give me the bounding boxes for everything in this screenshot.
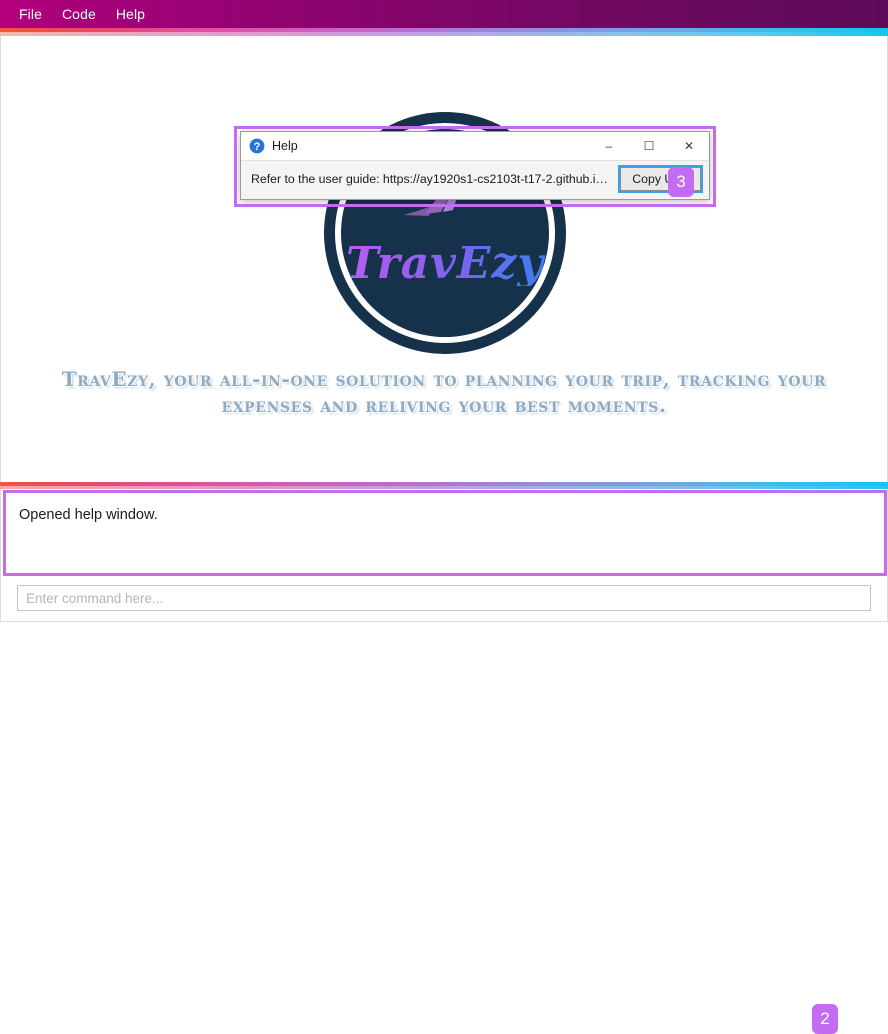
- result-display-box: Opened help window. 2: [0, 489, 888, 1034]
- help-dialog-title: Help: [272, 139, 298, 153]
- close-icon: ✕: [683, 139, 695, 153]
- maximize-button[interactable]: ☐: [629, 132, 669, 160]
- help-question-icon: ?: [249, 138, 265, 154]
- hero-tagline: TravEzy, your all-in-one solution to pla…: [61, 367, 827, 417]
- result-message: Opened help window.: [19, 507, 158, 523]
- app-window: File Code Help TravEzy TravEzy, your all…: [0, 0, 888, 1034]
- command-input[interactable]: [17, 585, 871, 611]
- help-dialog-titlebar[interactable]: ? Help – ☐ ✕: [241, 132, 709, 161]
- bottom-gradient-divider: [0, 482, 888, 489]
- close-button[interactable]: ✕: [669, 132, 709, 160]
- annotation-badge-3: 3: [668, 167, 694, 197]
- logo-wordmark: TravEzy: [324, 242, 566, 286]
- help-dialog-window[interactable]: ? Help – ☐ ✕ Refer to the user guide: ht…: [240, 131, 710, 200]
- menu-item-file[interactable]: File: [10, 4, 51, 24]
- minimize-icon: –: [605, 139, 613, 153]
- annotation-highlight-result-box: [3, 490, 887, 576]
- top-gradient-divider: [0, 28, 888, 36]
- main-content-panel: TravEzy TravEzy, your all-in-one solutio…: [0, 36, 888, 482]
- minimize-button[interactable]: –: [589, 132, 629, 160]
- help-window-controls: – ☐ ✕: [589, 132, 709, 160]
- menu-item-help[interactable]: Help: [107, 4, 154, 24]
- maximize-icon: ☐: [643, 139, 655, 153]
- help-user-guide-message: Refer to the user guide: https://ay1920s…: [251, 172, 612, 186]
- annotation-badge-2: 2: [812, 1004, 838, 1034]
- svg-text:?: ?: [254, 141, 261, 153]
- command-box-area: [0, 577, 888, 622]
- menu-bar: File Code Help: [0, 0, 888, 28]
- help-dialog-body: Refer to the user guide: https://ay1920s…: [241, 161, 709, 199]
- menu-item-code[interactable]: Code: [53, 4, 105, 24]
